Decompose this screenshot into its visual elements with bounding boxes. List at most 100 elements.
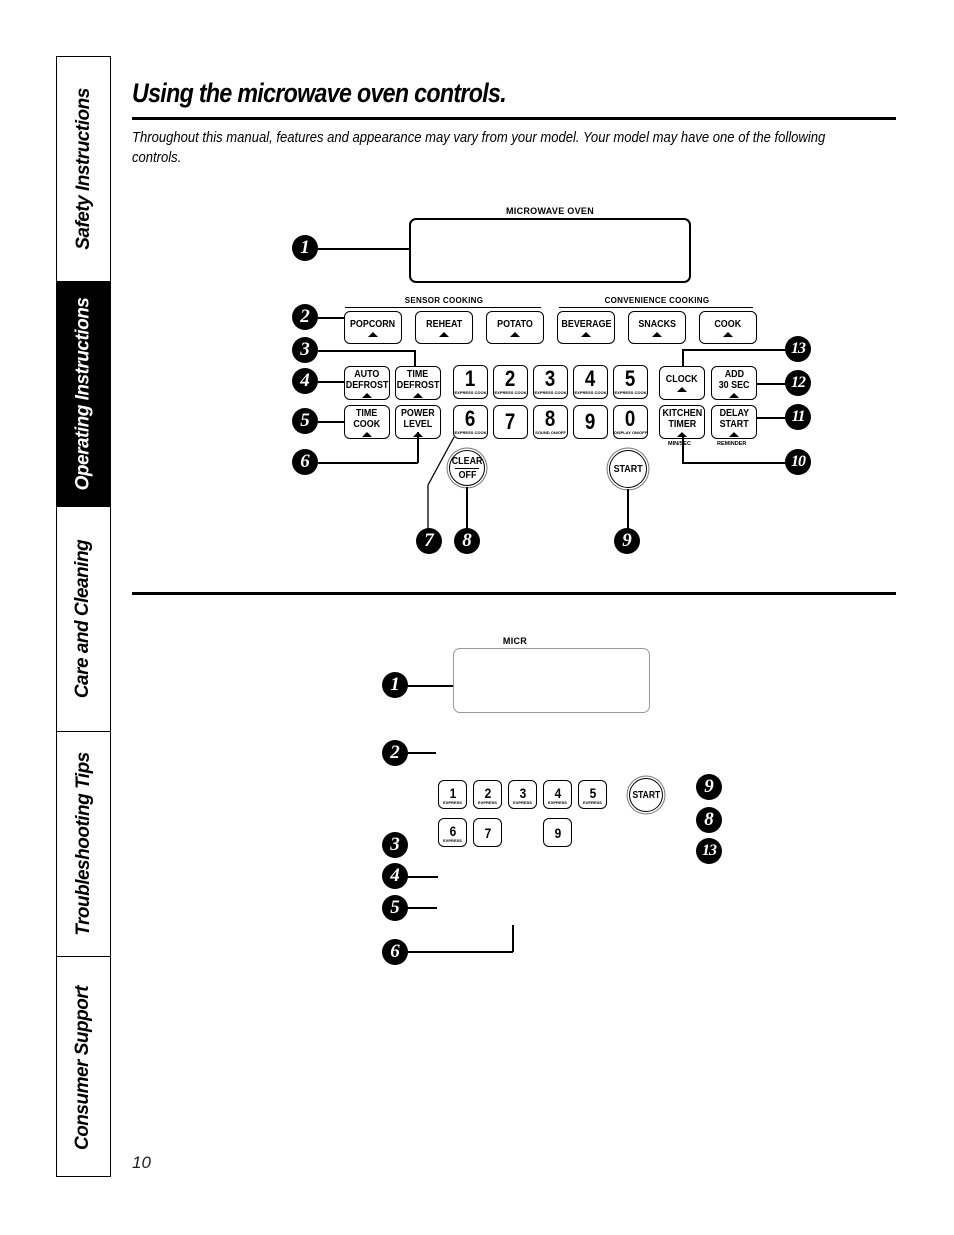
callout-badge: 1 bbox=[382, 672, 408, 698]
kitchen-timer-button[interactable]: KITCHEN TIMER bbox=[659, 405, 705, 439]
callout-badge: 8 bbox=[454, 528, 480, 554]
cook-button[interactable]: COOK bbox=[699, 311, 757, 344]
start-button[interactable]: START bbox=[629, 778, 663, 812]
tab-label: Operating Instructions bbox=[72, 297, 94, 491]
section-divider bbox=[132, 592, 896, 595]
button-label: LEVEL bbox=[403, 417, 433, 430]
page-title: Using the microwave oven controls. bbox=[132, 78, 507, 108]
triangle-icon bbox=[510, 331, 520, 337]
snacks-button[interactable]: SNACKS bbox=[628, 311, 686, 344]
key-9[interactable]: 9 bbox=[543, 818, 572, 847]
tab-operating-instructions[interactable]: Operating Instructions bbox=[57, 282, 110, 507]
key-2[interactable]: 2 EXPRESS COOK bbox=[493, 365, 528, 399]
button-label: START bbox=[632, 789, 660, 801]
triangle-icon bbox=[729, 392, 739, 398]
button-label: BEVERAGE bbox=[560, 317, 612, 330]
key-9[interactable]: 9 bbox=[573, 405, 608, 439]
button-label: START bbox=[719, 417, 749, 430]
key-1[interactable]: 1 EXPRESS COOK bbox=[453, 365, 488, 399]
button-label: COOK bbox=[714, 317, 742, 330]
triangle-icon bbox=[581, 331, 591, 337]
key-digit: 5 bbox=[625, 366, 636, 391]
key-7[interactable]: 7 bbox=[493, 405, 528, 439]
callout-badge: 4 bbox=[292, 368, 318, 394]
button-label: DEFROST bbox=[345, 378, 389, 391]
intro-text: Throughout this manual, features and app… bbox=[132, 130, 826, 166]
reheat-button[interactable]: REHEAT bbox=[415, 311, 473, 344]
clock-button[interactable]: CLOCK bbox=[659, 366, 705, 400]
callout-line bbox=[757, 417, 786, 419]
tab-care-and-cleaning[interactable]: Care and Cleaning bbox=[57, 507, 110, 732]
key-3[interactable]: 3 EXPRESS COOK bbox=[533, 365, 568, 399]
tab-consumer-support[interactable]: Consumer Support bbox=[57, 957, 110, 1178]
key-digit: 9 bbox=[554, 824, 561, 841]
display-window bbox=[453, 648, 650, 713]
triangle-icon bbox=[729, 431, 739, 437]
callout-badge: 4 bbox=[382, 863, 408, 889]
key-digit: 7 bbox=[505, 409, 516, 434]
callout-badge: 6 bbox=[382, 939, 408, 965]
button-label: 30 SEC bbox=[718, 378, 750, 391]
tab-label: Care and Cleaning bbox=[72, 539, 94, 699]
beverage-button[interactable]: BEVERAGE bbox=[557, 311, 615, 344]
button-label: OFF bbox=[458, 468, 476, 481]
tab-safety-instructions[interactable]: Safety Instructions bbox=[57, 57, 110, 282]
triangle-icon bbox=[413, 392, 423, 398]
callout-line bbox=[405, 907, 437, 909]
display-label: MICR bbox=[502, 636, 528, 646]
min-sec-label: MIN/SEC bbox=[668, 441, 691, 447]
callout-line bbox=[682, 436, 684, 463]
key-3[interactable]: 3 EXPRESS bbox=[508, 780, 537, 809]
triangle-icon bbox=[362, 392, 372, 398]
callout-line bbox=[405, 685, 453, 687]
sensor-group-line bbox=[345, 307, 541, 308]
tab-label: Troubleshooting Tips bbox=[72, 752, 94, 936]
key-digit: 1 bbox=[465, 366, 476, 391]
triangle-icon bbox=[652, 331, 662, 337]
callout-badge: 5 bbox=[382, 895, 408, 921]
key-6[interactable]: 6 EXPRESS bbox=[438, 818, 467, 847]
time-defrost-button[interactable]: TIME DEFROST bbox=[395, 366, 441, 400]
callout-badge: 7 bbox=[416, 528, 442, 554]
button-label: REHEAT bbox=[425, 317, 463, 330]
key-7[interactable]: 7 bbox=[473, 818, 502, 847]
callout-line bbox=[405, 876, 438, 878]
start-button[interactable]: START bbox=[609, 450, 647, 488]
callout-badge: 5 bbox=[292, 408, 318, 434]
potato-button[interactable]: POTATO bbox=[486, 311, 544, 344]
callout-badge: 10 bbox=[785, 449, 811, 475]
key-digit: 3 bbox=[545, 366, 556, 391]
key-digit: 2 bbox=[505, 366, 516, 391]
key-2[interactable]: 2 EXPRESS bbox=[473, 780, 502, 809]
callout-badge: 13 bbox=[696, 838, 722, 864]
display-window bbox=[409, 218, 691, 283]
auto-defrost-button[interactable]: AUTO DEFROST bbox=[344, 366, 390, 400]
callout-badge: 13 bbox=[785, 336, 811, 362]
key-5[interactable]: 5 EXPRESS bbox=[578, 780, 607, 809]
key-4[interactable]: 4 EXPRESS bbox=[543, 780, 572, 809]
key-6[interactable]: 6 EXPRESS COOK bbox=[453, 405, 488, 439]
key-4[interactable]: 4 EXPRESS COOK bbox=[573, 365, 608, 399]
key-digit: 7 bbox=[484, 824, 491, 841]
callout-badge: 8 bbox=[696, 807, 722, 833]
delay-start-button[interactable]: DELAY START bbox=[711, 405, 757, 439]
popcorn-button[interactable]: POPCORN bbox=[344, 311, 402, 344]
callout-line bbox=[414, 350, 416, 366]
time-cook-button[interactable]: TIME COOK bbox=[344, 405, 390, 439]
triangle-icon bbox=[723, 331, 733, 337]
button-label: TIMER bbox=[668, 417, 696, 430]
key-8[interactable]: 8 SOUND ON/OFF bbox=[533, 405, 568, 439]
tab-troubleshooting-tips[interactable]: Troubleshooting Tips bbox=[57, 732, 110, 957]
callout-badge: 3 bbox=[292, 337, 318, 363]
button-label: SNACKS bbox=[638, 317, 676, 330]
callout-line bbox=[405, 951, 513, 953]
key-1[interactable]: 1 EXPRESS bbox=[438, 780, 467, 809]
callout-badge: 1 bbox=[292, 235, 318, 261]
key-5[interactable]: 5 EXPRESS COOK bbox=[613, 365, 648, 399]
key-0[interactable]: 0 DISPLAY ON/OFF bbox=[613, 405, 648, 439]
tab-label: Safety Instructions bbox=[72, 88, 94, 250]
add-30-sec-button[interactable]: ADD 30 SEC bbox=[711, 366, 757, 400]
callout-line bbox=[512, 925, 514, 952]
callout-badge: 6 bbox=[292, 449, 318, 475]
key-digit: 1 bbox=[449, 785, 456, 801]
